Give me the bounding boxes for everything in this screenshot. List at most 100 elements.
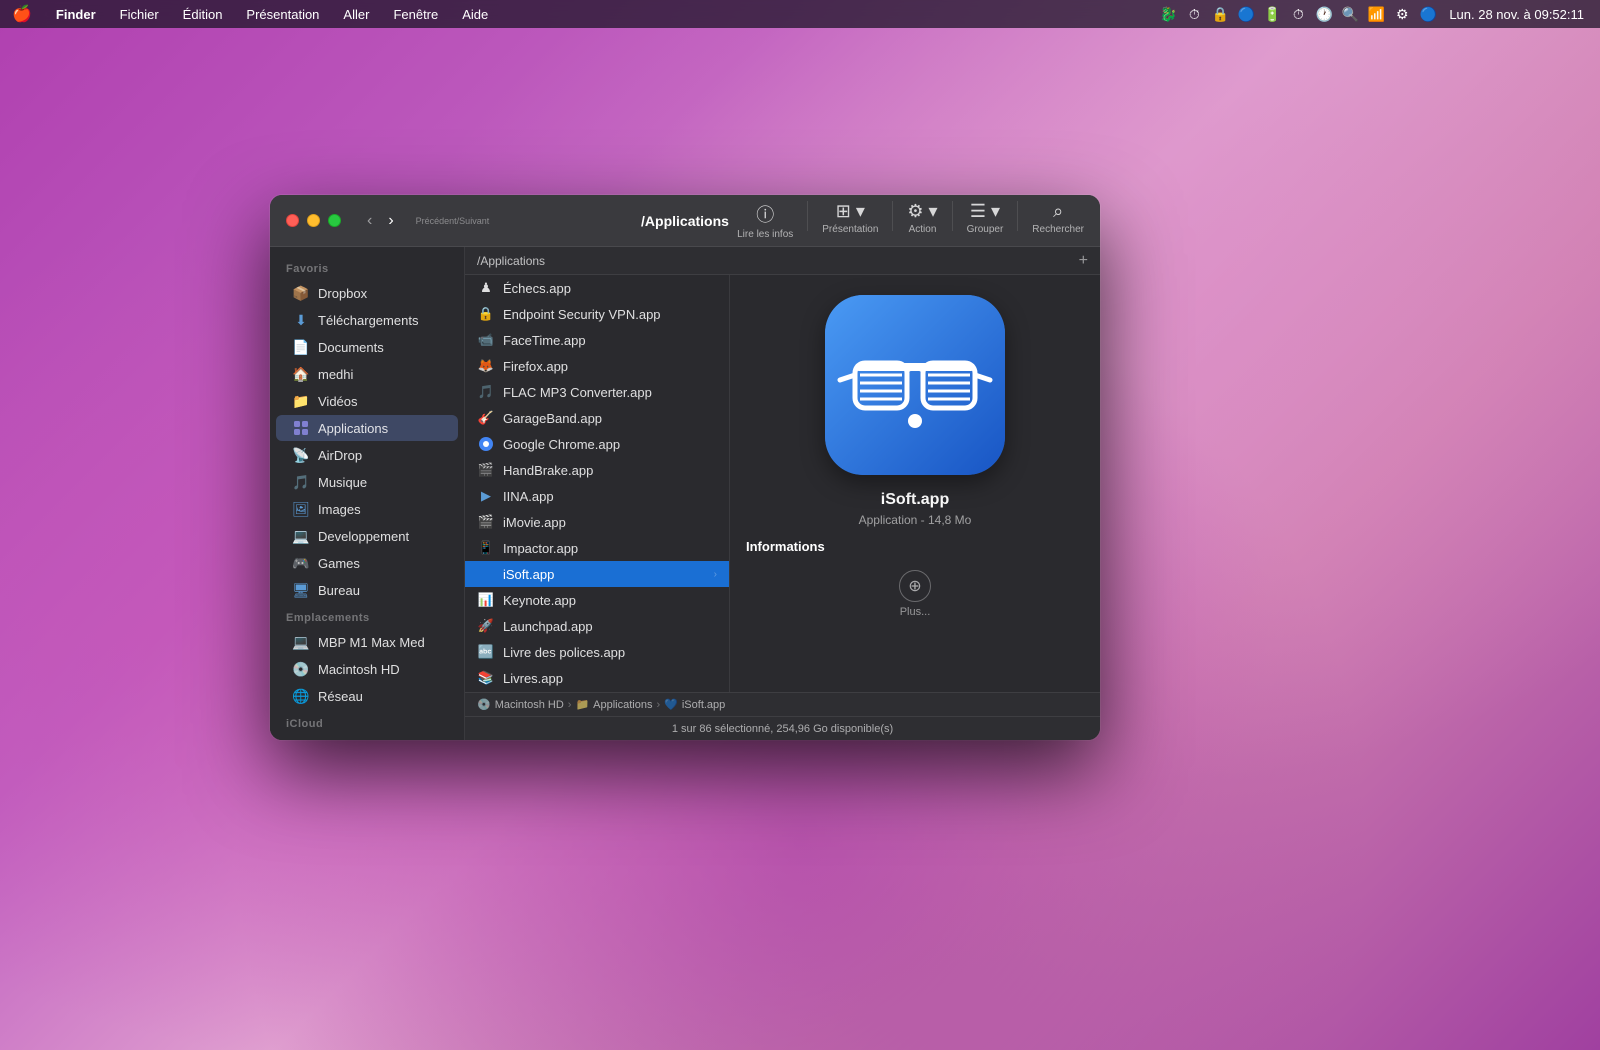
sidebar-item-reseau[interactable]: 🌐 Réseau (276, 683, 458, 709)
main-area: /Applications + ♟ Échecs.app 🔒 Endpoint … (465, 247, 1100, 740)
sidebar-item-games[interactable]: 🎮 Games (276, 550, 458, 576)
sidebar-item-musique[interactable]: 🎵 Musique (276, 469, 458, 495)
action-button[interactable]: ⚙ ▾ Action (907, 201, 937, 240)
sidebar-item-documents[interactable]: 📄 Documents (276, 334, 458, 360)
search-menubar-icon[interactable]: 🔍 (1341, 5, 1359, 23)
sidebar-item-bureau[interactable]: 🖥 Bureau (276, 577, 458, 603)
minimize-button[interactable] (307, 214, 320, 227)
sidebar-item-images[interactable]: 🖼 Images (276, 496, 458, 522)
sidebar-item-dropbox[interactable]: 📦 Dropbox (276, 280, 458, 306)
finder-window-title: /Applications (641, 213, 729, 229)
pathbar-macintosh-icon: 💿 (477, 698, 491, 711)
fontbook-name: Livre des polices.app (503, 645, 625, 660)
finder-titlebar: ‹ › Précédent/Suivant /Applications ⓘ Li… (270, 195, 1100, 247)
sidebar-item-developpement[interactable]: 💻 Developpement (276, 523, 458, 549)
siri-icon[interactable]: 🔵 (1419, 5, 1437, 23)
toolbar-actions: ⓘ Lire les infos ⊞ ▾ Présentation ⚙ ▾ Ac… (737, 201, 1084, 240)
maximize-button[interactable] (328, 214, 341, 227)
preview-more-button[interactable]: ⊕ Plus... (899, 570, 931, 618)
menubar-fenetre[interactable]: Fenêtre (389, 5, 442, 24)
file-item-livres[interactable]: 📚 Livres.app (465, 665, 729, 691)
home-icon: 🏠 (292, 365, 310, 383)
sidebar: Favoris 📦 Dropbox ⬇ Téléchargements 📄 Do… (270, 247, 465, 740)
search-button[interactable]: ⌕ Rechercher (1032, 201, 1084, 240)
controlcenter-icon[interactable]: ⚙ (1393, 5, 1411, 23)
airdrop-label: AirDrop (318, 448, 362, 463)
hd-icon: 💿 (292, 660, 310, 678)
bluetooth-icon[interactable]: 🔵 (1237, 5, 1255, 23)
sidebar-item-mbp[interactable]: 💻 MBP M1 Max Med (276, 629, 458, 655)
vpn-icon[interactable]: 🔒 (1211, 5, 1229, 23)
musique-label: Musique (318, 475, 367, 490)
endpoint-icon: 🔒 (477, 305, 495, 323)
clock-menu-icon[interactable]: ⏱ (1289, 5, 1307, 23)
handbrake-name: HandBrake.app (503, 463, 593, 478)
back-button[interactable]: ‹ (361, 209, 378, 233)
games-icon: 🎮 (292, 554, 310, 572)
preview-app-name: iSoft.app (881, 491, 949, 509)
dropbox-menubar-icon[interactable]: 🐉 (1159, 5, 1177, 23)
app-preview-icon (825, 295, 1005, 475)
menubar-aide[interactable]: Aide (458, 5, 492, 24)
info-button[interactable]: ⓘ Lire les infos (737, 201, 793, 240)
keynote-name: Keynote.app (503, 593, 576, 608)
sidebar-item-applications[interactable]: Applications (276, 415, 458, 441)
developpement-label: Developpement (318, 529, 409, 544)
add-button[interactable]: + (1079, 252, 1088, 270)
chrome-icon (477, 435, 495, 453)
apple-menu-icon[interactable]: 🍎 (12, 4, 32, 24)
group-button[interactable]: ☰ ▾ Grouper (967, 201, 1004, 240)
applications-label: Applications (318, 421, 388, 436)
pathbar-isoft[interactable]: 💙 iSoft.app (664, 698, 725, 711)
prev-next-label: Précédent/Suivant (416, 216, 490, 226)
menubar-edition[interactable]: Édition (179, 5, 227, 24)
file-item-iina[interactable]: ▶ IINA.app (465, 483, 729, 509)
file-item-firefox[interactable]: 🦊 Firefox.app (465, 353, 729, 379)
impactor-icon: 📱 (477, 539, 495, 557)
file-item-keynote[interactable]: 📊 Keynote.app (465, 587, 729, 613)
battery-icon[interactable]: 🔋 (1263, 5, 1281, 23)
chrome-name: Google Chrome.app (503, 437, 620, 452)
menubar-finder[interactable]: Finder (52, 5, 100, 24)
sidebar-item-airdrop[interactable]: 📡 AirDrop (276, 442, 458, 468)
close-button[interactable] (286, 214, 299, 227)
pathbar-sep-2: › (656, 699, 660, 711)
pathbar-applications[interactable]: 📁 Applications (575, 698, 652, 711)
menubar-fichier[interactable]: Fichier (116, 5, 163, 24)
file-item-impactor[interactable]: 📱 Impactor.app (465, 535, 729, 561)
file-item-imovie[interactable]: 🎬 iMovie.app (465, 509, 729, 535)
file-item-flac[interactable]: 🎵 FLAC MP3 Converter.app (465, 379, 729, 405)
pathbar-macintosh[interactable]: 💿 Macintosh HD (477, 698, 564, 711)
wifi-icon[interactable]: 📶 (1367, 5, 1385, 23)
forward-button[interactable]: › (382, 209, 399, 233)
sidebar-item-medhi[interactable]: 🏠 medhi (276, 361, 458, 387)
sidebar-item-macintosh-hd[interactable]: 💿 Macintosh HD (276, 656, 458, 682)
file-item-font-book[interactable]: 🔤 Livre des polices.app (465, 639, 729, 665)
facetime-icon: 📹 (477, 331, 495, 349)
dev-icon: 💻 (292, 527, 310, 545)
sidebar-item-downloads[interactable]: ⬇ Téléchargements (276, 307, 458, 333)
music-icon: 🎵 (292, 473, 310, 491)
preview-panel: iSoft.app Application - 14,8 Mo Informat… (730, 275, 1100, 692)
launchpad-icon: 🚀 (477, 617, 495, 635)
time-machine-icon[interactable]: 🕐 (1315, 5, 1333, 23)
file-item-garageband[interactable]: 🎸 GarageBand.app (465, 405, 729, 431)
menubar-presentation[interactable]: Présentation (242, 5, 323, 24)
downloads-label: Téléchargements (318, 313, 418, 328)
documents-label: Documents (318, 340, 384, 355)
file-item-chrome[interactable]: Google Chrome.app (465, 431, 729, 457)
file-item-endpoint[interactable]: 🔒 Endpoint Security VPN.app (465, 301, 729, 327)
file-item-facetime[interactable]: 📹 FaceTime.app (465, 327, 729, 353)
screentime-icon[interactable]: ⏱ (1185, 5, 1203, 23)
menubar-aller[interactable]: Aller (339, 5, 373, 24)
sidebar-item-icloud-drive[interactable]: ☁ iCloud Drive (276, 735, 458, 740)
file-item-echecs[interactable]: ♟ Échecs.app (465, 275, 729, 301)
file-item-isoft[interactable]: iSoft.app › (465, 561, 729, 587)
applications-icon (292, 419, 310, 437)
presentation-button[interactable]: ⊞ ▾ Présentation (822, 201, 878, 240)
sidebar-item-videos[interactable]: 📁 Vidéos (276, 388, 458, 414)
file-item-handbrake[interactable]: 🎬 HandBrake.app (465, 457, 729, 483)
file-item-launchpad[interactable]: 🚀 Launchpad.app (465, 613, 729, 639)
iina-icon: ▶ (477, 487, 495, 505)
imovie-name: iMovie.app (503, 515, 566, 530)
